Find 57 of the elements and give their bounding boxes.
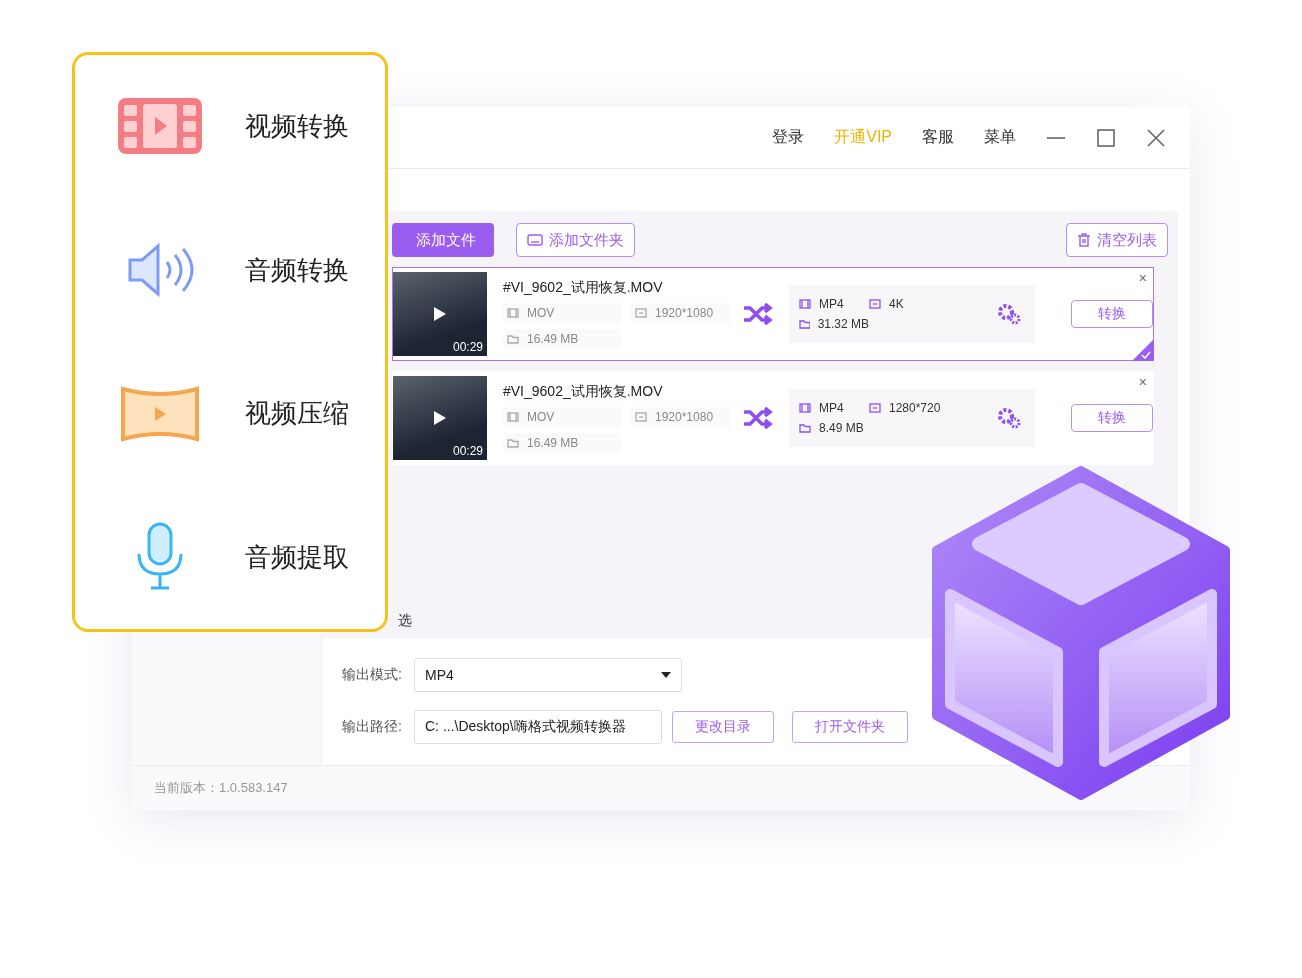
- menu-link[interactable]: 登录: [772, 127, 805, 148]
- change-directory-button[interactable]: 更改目录: [672, 710, 774, 743]
- open-folder-button[interactable]: 打开文件夹: [792, 710, 908, 743]
- source-size: 16.49 MB: [503, 433, 621, 453]
- caret-icon: [661, 671, 671, 678]
- close-icon[interactable]: [1146, 127, 1166, 148]
- video-duration: 00:29: [452, 444, 483, 458]
- screen-icon: [869, 402, 881, 414]
- target-size: 8.49 MB: [799, 421, 869, 435]
- screen-icon: [869, 298, 881, 310]
- source-size: 16.49 MB: [503, 329, 621, 349]
- target-size: 31.32 MB: [799, 317, 869, 331]
- file-row[interactable]: 00:29 #VI_9602_试用恢复.MOV MOV 1920*1080 16.49 MB MP4 1280*720 8.49 MB 转换 ×: [392, 371, 1154, 465]
- close-icon[interactable]: ×: [1138, 270, 1147, 286]
- menu-link[interactable]: 客服: [922, 127, 954, 148]
- file-row[interactable]: 00:29 #VI_9602_试用恢复.MOV MOV 1920*1080 16.49 MB MP4 4K 31.32 MB 转换 ×: [392, 267, 1154, 361]
- output-mode-label: 输出模式:: [342, 665, 403, 684]
- output-path-label: 输出路径:: [342, 717, 403, 736]
- video-duration: 00:29: [452, 340, 483, 354]
- version-text: 当前版本：1.0.583.147: [154, 779, 288, 797]
- convert-button[interactable]: 转换: [1071, 404, 1153, 432]
- film-icon: [799, 402, 811, 414]
- source-resolution: 1920*1080: [631, 407, 731, 427]
- film-icon: [507, 411, 519, 423]
- file-name: #VI_9602_试用恢复.MOV: [503, 279, 664, 297]
- add-folder-button[interactable]: 添加文件夹: [516, 223, 635, 257]
- menu-link[interactable]: 菜单: [984, 127, 1016, 148]
- output-path-field[interactable]: C: ...\Desktop\嗨格式视频转换器: [414, 709, 662, 744]
- feature-label[interactable]: 视频压缩: [245, 396, 349, 432]
- shuffle-icon: [743, 303, 773, 325]
- target-format: MP4: [799, 297, 869, 311]
- play-icon: [434, 307, 446, 321]
- feature-label[interactable]: 视频转换: [245, 109, 349, 145]
- source-format: MOV: [503, 303, 621, 323]
- source-resolution: 1920*1080: [631, 303, 731, 323]
- feature-label[interactable]: 音频转换: [245, 252, 349, 288]
- selected-check-icon: [1132, 339, 1154, 361]
- convert-button[interactable]: 转换: [1071, 300, 1153, 328]
- shuffle-icon: [743, 407, 773, 429]
- source-format: MOV: [503, 407, 621, 427]
- select-all-label[interactable]: 选: [398, 611, 412, 630]
- target-resolution: 4K: [869, 297, 969, 311]
- add-file-button[interactable]: 添加文件: [392, 223, 494, 257]
- target-format: MP4: [799, 401, 869, 415]
- screen-icon: [635, 411, 647, 423]
- maximize-icon[interactable]: [1096, 127, 1116, 148]
- play-icon: [434, 411, 446, 425]
- clear-list-button[interactable]: 清空列表: [1066, 223, 1168, 257]
- target-resolution: 1280*720: [869, 401, 969, 415]
- screen-icon: [635, 307, 647, 319]
- output-mode-dropdown[interactable]: MP4: [414, 657, 682, 692]
- feature-label[interactable]: 音频提取: [245, 539, 349, 575]
- trash-icon: [1077, 233, 1091, 247]
- film-icon: [799, 298, 811, 310]
- file-name: #VI_9602_试用恢复.MOV: [503, 383, 664, 401]
- film-icon: [507, 307, 519, 319]
- close-icon[interactable]: ×: [1138, 374, 1147, 390]
